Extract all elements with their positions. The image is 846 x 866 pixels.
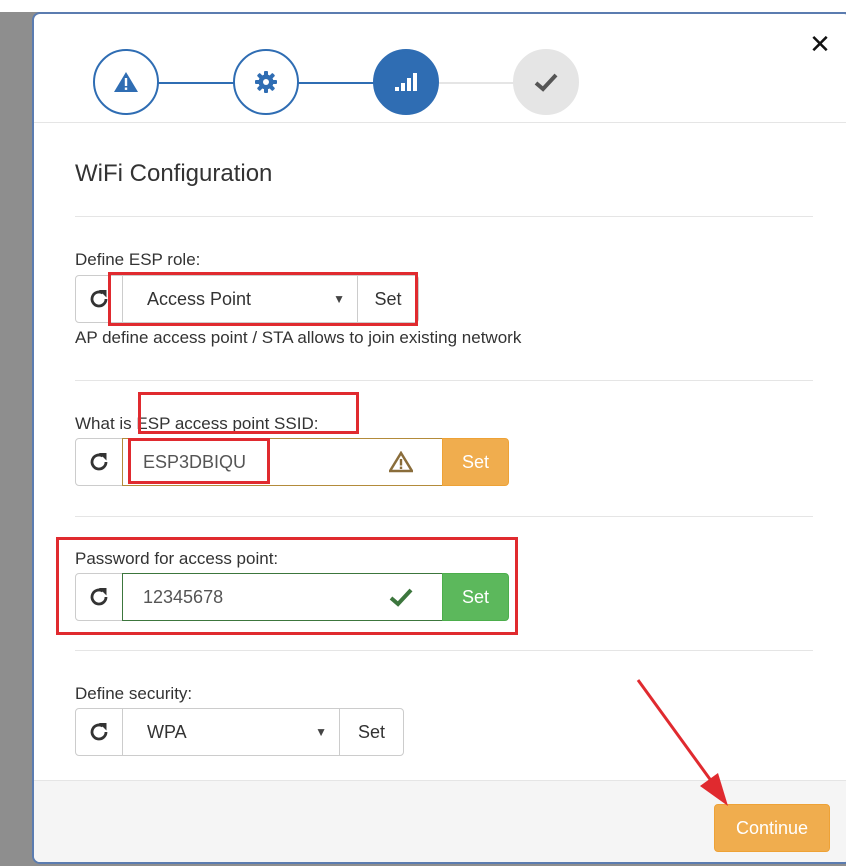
warning-icon — [387, 439, 415, 485]
security-set-button[interactable]: Set — [339, 708, 404, 756]
chevron-down-icon: ▼ — [333, 292, 345, 306]
divider — [75, 216, 813, 217]
refresh-icon — [90, 290, 108, 308]
step-3-wifi[interactable] — [373, 49, 439, 115]
gear-icon — [255, 71, 277, 93]
check-icon — [387, 574, 415, 620]
browser-strip — [0, 0, 846, 12]
divider — [75, 650, 813, 651]
check-icon — [534, 73, 558, 92]
continue-button[interactable]: Continue — [714, 804, 830, 852]
security-label: Define security: — [75, 684, 193, 703]
esp-role-set-button[interactable]: Set — [357, 275, 419, 323]
chevron-down-icon: ▼ — [315, 725, 327, 739]
wizard-stepper — [34, 14, 846, 124]
warning-icon — [114, 72, 138, 92]
esp-role-select[interactable]: Access Point ▼ — [122, 275, 358, 323]
ssid-refresh-button[interactable] — [75, 438, 123, 486]
esp-role-selected: Access Point — [147, 289, 252, 309]
divider — [75, 380, 813, 381]
step-1-warning[interactable] — [93, 49, 159, 115]
step-connector — [298, 82, 374, 84]
page-title: WiFi Configuration — [75, 160, 273, 187]
esp-role-label: Define ESP role: — [75, 250, 201, 269]
step-connector — [438, 82, 514, 84]
refresh-icon — [90, 723, 108, 741]
password-input[interactable]: 12345678 — [122, 573, 443, 621]
step-4-finish[interactable] — [513, 49, 579, 115]
security-selected: WPA — [147, 722, 187, 742]
password-value: 12345678 — [143, 587, 224, 607]
password-refresh-button[interactable] — [75, 573, 123, 621]
ssid-value: ESP3DBIQU — [143, 452, 247, 472]
divider — [75, 516, 813, 517]
modal-footer: Continue — [34, 780, 846, 862]
esp-role-help: AP define access point / STA allows to j… — [75, 328, 522, 347]
ssid-input[interactable]: ESP3DBIQU — [122, 438, 443, 486]
ssid-label: What is ESP access point SSID: — [75, 414, 319, 433]
step-2-settings[interactable] — [233, 49, 299, 115]
security-select[interactable]: WPA ▼ — [122, 708, 340, 756]
password-set-button[interactable]: Set — [442, 573, 509, 621]
signal-icon — [395, 73, 417, 91]
step-connector — [158, 82, 234, 84]
header-divider — [34, 122, 846, 123]
security-refresh-button[interactable] — [75, 708, 123, 756]
wifi-config-modal: ✕ WiFi Configuration Define ESP role: Ac… — [32, 12, 846, 864]
password-label: Password for access point: — [75, 549, 279, 568]
refresh-icon — [90, 453, 108, 471]
refresh-icon — [90, 588, 108, 606]
esp-role-refresh-button[interactable] — [75, 275, 123, 323]
ssid-set-button[interactable]: Set — [442, 438, 509, 486]
